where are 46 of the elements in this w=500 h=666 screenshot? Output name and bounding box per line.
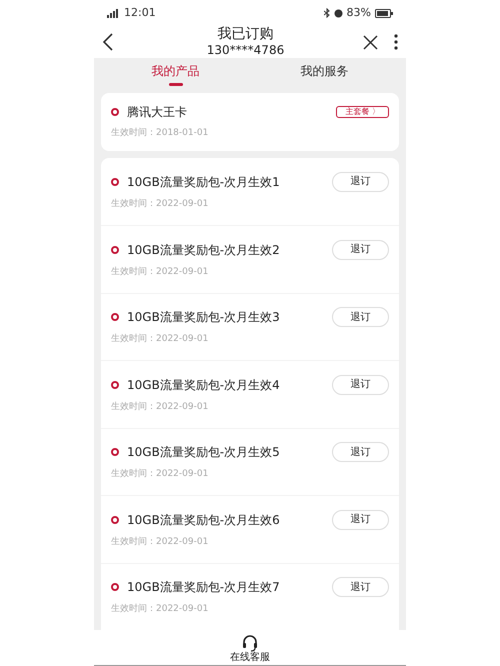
- unsubscribe-button[interactable]: 退订: [332, 172, 389, 192]
- more-icon[interactable]: [394, 34, 398, 50]
- clock-time: 12:01: [124, 4, 156, 21]
- tab[interactable]: 我的服务: [250, 58, 399, 89]
- battery-percent: 83%: [346, 4, 371, 21]
- back-icon[interactable]: [102, 33, 114, 51]
- bullet-icon: [111, 380, 119, 388]
- product-name: 10GB流量奖励包-次月生效1: [127, 174, 281, 190]
- battery-icon: [375, 8, 393, 18]
- product-name: 10GB流量奖励包-次月生效4: [127, 376, 281, 394]
- effective-date: 生效时间：2018-01-01: [111, 127, 210, 140]
- effective-date: 生效时间：2022-09-01: [111, 266, 210, 278]
- effective-date: 生效时间：2022-09-01: [111, 468, 210, 481]
- effective-date: 生效时间：2022-09-01: [111, 333, 210, 346]
- unsubscribe-button[interactable]: 退订: [332, 307, 389, 327]
- close-icon[interactable]: [363, 34, 378, 50]
- effective-date: 生效时间：2022-09-01: [111, 400, 210, 414]
- bullet-icon: [111, 583, 119, 591]
- effective-date: 生效时间：2022-09-01: [111, 603, 210, 616]
- bullet-icon: [111, 448, 119, 456]
- product-name: 10GB流量奖励包-次月生效7: [127, 579, 281, 596]
- bullet-icon: [111, 516, 119, 524]
- bullet-icon: [111, 313, 119, 321]
- product-name: 10GB流量奖励包-次月生效6: [127, 512, 281, 528]
- unsubscribe-button[interactable]: 退订: [332, 240, 389, 260]
- product-name: 10GB流量奖励包-次月生效5: [127, 444, 281, 461]
- online-service-label[interactable]: 在线客服: [230, 652, 270, 664]
- effective-date: 生效时间：2022-09-01: [111, 536, 210, 548]
- bullet-icon: [111, 246, 119, 254]
- bullet-icon: [111, 108, 119, 116]
- tab[interactable]: 我的产品: [101, 58, 250, 89]
- product-name: 10GB流量奖励包-次月生效3: [127, 309, 281, 326]
- bullet-icon: [111, 178, 119, 186]
- plan-name: 腾讯大王卡: [127, 104, 188, 121]
- unsubscribe-button[interactable]: 退订: [332, 577, 389, 597]
- unsubscribe-button[interactable]: 退订: [332, 510, 389, 530]
- effective-date: 生效时间：2022-09-01: [111, 198, 210, 210]
- bluetooth-icon: [324, 8, 330, 18]
- headset-icon[interactable]: [242, 634, 258, 652]
- page-title: 我已订购: [218, 26, 274, 44]
- product-name: 10GB流量奖励包-次月生效2: [127, 242, 281, 258]
- phone-number: 130****4786: [206, 43, 284, 58]
- signal-icon: [107, 8, 120, 18]
- unsubscribe-button[interactable]: 退订: [332, 442, 389, 462]
- unsubscribe-button[interactable]: 退订: [332, 374, 389, 394]
- main-plan-badge[interactable]: 主套餐 〉: [336, 106, 389, 118]
